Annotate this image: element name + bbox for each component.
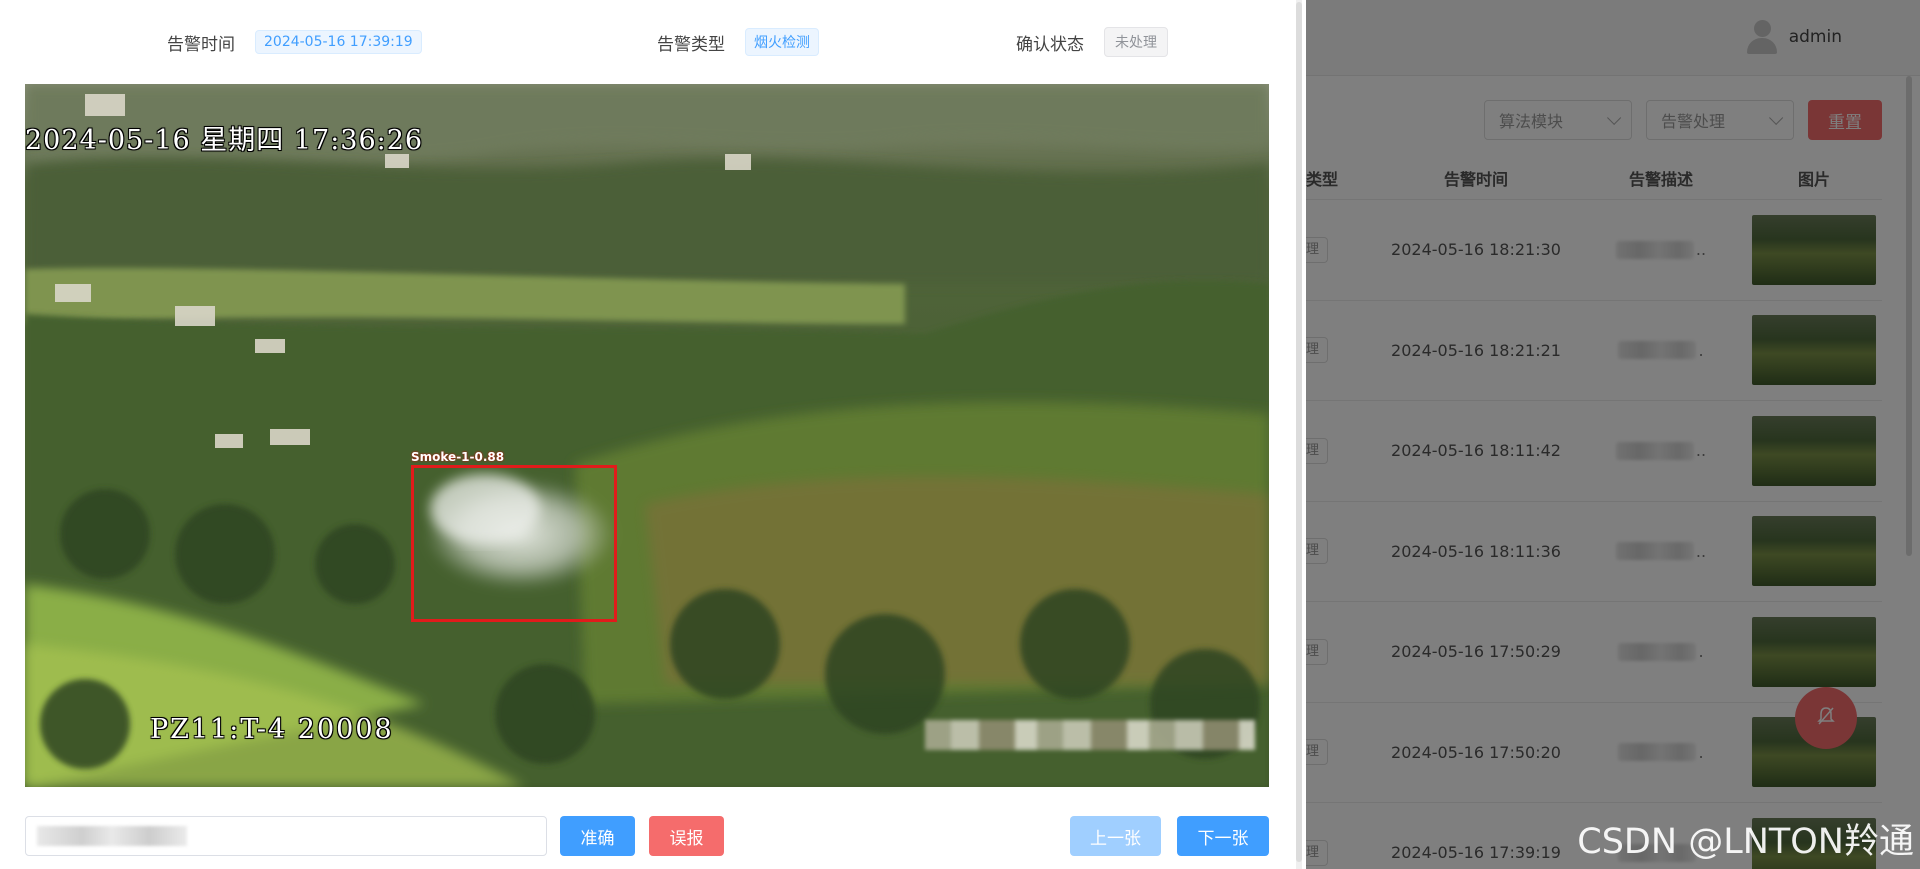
remark-input[interactable] [25,816,547,856]
alarm-info-bar: 告警时间 2024-05-16 17:39:19 告警类型 烟火检测 确认状态 … [0,26,1306,58]
confirm-status-tag: 未处理 [1104,27,1168,57]
drawer-scrollbar[interactable] [1296,0,1302,869]
accurate-button[interactable]: 准确 [560,816,635,856]
false-alarm-button[interactable]: 误报 [649,816,724,856]
alarm-snapshot: 2024-05-16 星期四 17:36:26 Smoke-1-0.88 PZ1… [25,84,1269,787]
detection-label: Smoke-1-0.88 [411,450,505,464]
alarm-time-info: 告警时间 2024-05-16 17:39:19 [167,26,422,58]
alarm-time-label: 告警时间 [167,34,235,55]
next-image-button[interactable]: 下一张 [1177,816,1269,856]
detection-box [411,465,617,622]
watermark: CSDN @LNTON羚通 [1577,822,1914,862]
osd-blurred-text [925,720,1255,750]
alarm-type-info: 告警类型 烟火检测 [657,26,819,58]
osd-datetime: 2024-05-16 星期四 17:36:26 [25,125,424,156]
alarm-type-label: 告警类型 [657,34,725,55]
alarm-detail-drawer: 告警时间 2024-05-16 17:39:19 告警类型 烟火检测 确认状态 … [0,0,1306,869]
alarm-type-tag: 烟火检测 [745,28,819,56]
drawer-action-bar: 准确 误报 上一张 下一张 [25,816,1269,856]
alarm-time-tag: 2024-05-16 17:39:19 [255,30,422,54]
confirm-status-info: 确认状态 未处理 [1016,26,1168,58]
previous-image-button[interactable]: 上一张 [1070,816,1161,856]
confirm-status-label: 确认状态 [1016,34,1084,55]
landscape-scene [25,84,1269,787]
osd-camera-id: PZ11:T-4 20008 [150,714,394,745]
